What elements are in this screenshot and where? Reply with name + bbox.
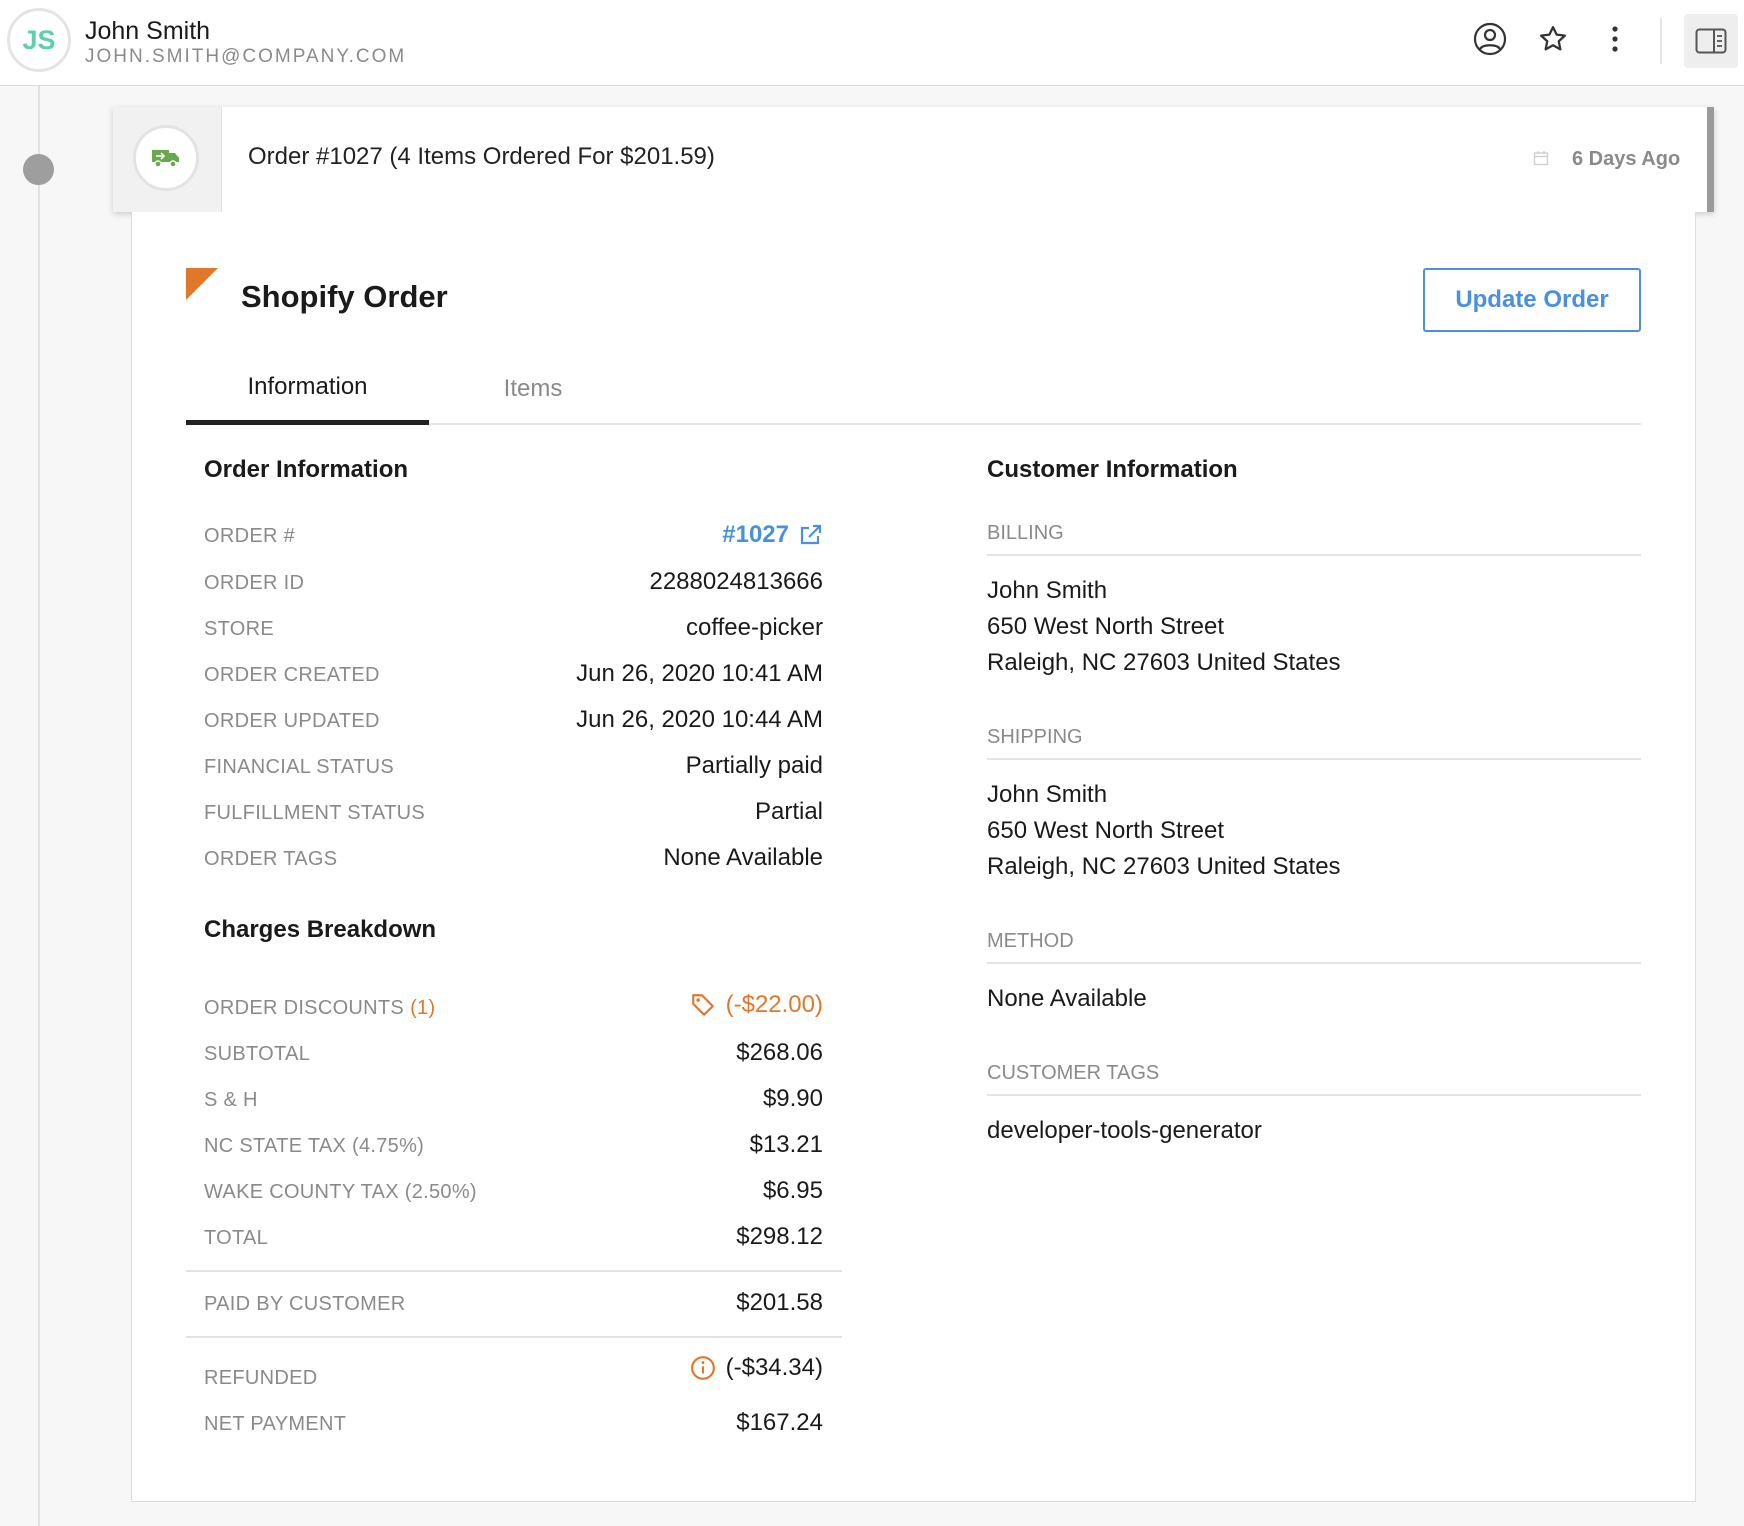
- billing-label: BILLING: [987, 522, 1641, 556]
- external-link-icon[interactable]: [799, 523, 823, 547]
- more-vertical-icon[interactable]: [1595, 19, 1635, 59]
- charges-breakdown-heading: Charges Breakdown: [204, 916, 437, 943]
- header-divider: [1660, 18, 1662, 64]
- order-number-link[interactable]: #1027: [722, 521, 823, 549]
- state-tax-value: $13.21: [749, 1131, 823, 1158]
- fulfillment-status-label: FULFILLMENT STATUS: [204, 802, 425, 824]
- order-created-label: ORDER CREATED: [204, 664, 380, 686]
- contact-header: JS John Smith JOHN.SMITH@COMPANY.COM: [0, 0, 1744, 86]
- event-icon-box: [113, 107, 222, 212]
- net-payment-label: NET PAYMENT: [204, 1413, 347, 1435]
- billing-street: 650 West North Street: [987, 613, 1224, 640]
- paid-by-customer-label: PAID BY CUSTOMER: [204, 1293, 406, 1315]
- order-updated-label: ORDER UPDATED: [204, 710, 380, 732]
- delivery-truck-icon: [133, 125, 199, 191]
- tag-icon: [691, 994, 714, 1016]
- order-event-card[interactable]: Order #1027 (4 Items Ordered For $201.59…: [113, 107, 1714, 212]
- subtotal-value: $268.06: [736, 1039, 823, 1066]
- refunded-value-group[interactable]: (-$34.34): [690, 1354, 823, 1382]
- county-tax-value: $6.95: [762, 1177, 823, 1204]
- order-updated-value: Jun 26, 2020 10:44 AM: [576, 706, 823, 733]
- net-payment-value: $167.24: [736, 1409, 823, 1436]
- county-tax-label: WAKE COUNTY TAX (2.50%): [204, 1181, 477, 1203]
- shopify-order-panel: Shopify Order Update Order Information I…: [131, 212, 1696, 1502]
- timeline-dot: [23, 154, 54, 185]
- charges-divider: [186, 1270, 842, 1272]
- fulfillment-status-value: Partial: [754, 798, 823, 825]
- tab-bar: Information Items: [186, 353, 1641, 425]
- order-discounts-label: ORDER DISCOUNTS (1): [204, 997, 435, 1020]
- refunded-label: REFUNDED: [204, 1367, 318, 1389]
- order-id-label: ORDER ID: [204, 572, 305, 594]
- payment-divider: [186, 1336, 842, 1338]
- info-icon[interactable]: [690, 1355, 716, 1381]
- billing-name: John Smith: [987, 577, 1108, 604]
- tab-information[interactable]: Information: [186, 353, 429, 425]
- subtotal-label: SUBTOTAL: [204, 1043, 311, 1065]
- refunded-value: (-$34.34): [725, 1354, 823, 1381]
- timeline-line: [38, 86, 40, 1526]
- store-label: STORE: [204, 618, 275, 640]
- order-tags-label: ORDER TAGS: [204, 848, 338, 870]
- order-tags-value: None Available: [663, 844, 823, 871]
- state-tax-label: NC STATE TAX (4.75%): [204, 1135, 425, 1157]
- calendar-icon: [1533, 150, 1549, 171]
- customer-tags-label: CUSTOMER TAGS: [987, 1062, 1641, 1096]
- star-icon[interactable]: [1533, 19, 1573, 59]
- shipping-street: 650 West North Street: [987, 817, 1224, 844]
- store-value: coffee-picker: [686, 614, 823, 641]
- order-information-heading: Order Information: [204, 456, 409, 483]
- billing-city: Raleigh, NC 27603 United States: [987, 649, 1341, 676]
- shipping-handling-value: $9.90: [762, 1085, 823, 1112]
- user-circle-icon[interactable]: [1470, 19, 1510, 59]
- order-discounts-value: (-$22.00): [725, 991, 823, 1018]
- order-number-value[interactable]: #1027: [722, 521, 789, 549]
- contact-name: John Smith: [85, 17, 211, 45]
- shipping-handling-label: S & H: [204, 1089, 258, 1111]
- contact-email: JOHN.SMITH@COMPANY.COM: [85, 46, 407, 67]
- avatar: JS: [7, 8, 71, 72]
- financial-status-value: Partially paid: [685, 752, 823, 779]
- panel-title: Shopify Order: [241, 279, 448, 314]
- method-label: METHOD: [987, 930, 1641, 964]
- financial-status-label: FINANCIAL STATUS: [204, 756, 395, 778]
- customer-information-heading: Customer Information: [987, 456, 1238, 483]
- shipping-name: John Smith: [987, 781, 1108, 808]
- order-discounts-text: ORDER DISCOUNTS: [204, 997, 405, 1019]
- order-id-value: 2288024813666: [649, 568, 823, 595]
- event-title: Order #1027 (4 Items Ordered For $201.59…: [248, 143, 715, 170]
- order-discounts-count[interactable]: (1): [410, 997, 435, 1019]
- shipping-city: Raleigh, NC 27603 United States: [987, 853, 1341, 880]
- customer-tags-value: developer-tools-generator: [987, 1117, 1262, 1144]
- shopify-flag-icon: [186, 268, 218, 300]
- panel-toggle-icon[interactable]: [1684, 14, 1738, 68]
- shipping-label: SHIPPING: [987, 726, 1641, 760]
- order-number-label: ORDER #: [204, 525, 296, 547]
- event-date: 6 Days Ago: [1572, 148, 1681, 170]
- paid-by-customer-value: $201.58: [736, 1289, 823, 1316]
- order-created-value: Jun 26, 2020 10:41 AM: [576, 660, 823, 687]
- method-value: None Available: [987, 985, 1147, 1012]
- update-order-button[interactable]: Update Order: [1423, 268, 1641, 332]
- tab-items[interactable]: Items: [429, 353, 637, 425]
- total-label: TOTAL: [204, 1227, 269, 1249]
- total-value: $298.12: [736, 1223, 823, 1250]
- order-discounts-value-group[interactable]: (-$22.00): [690, 991, 823, 1019]
